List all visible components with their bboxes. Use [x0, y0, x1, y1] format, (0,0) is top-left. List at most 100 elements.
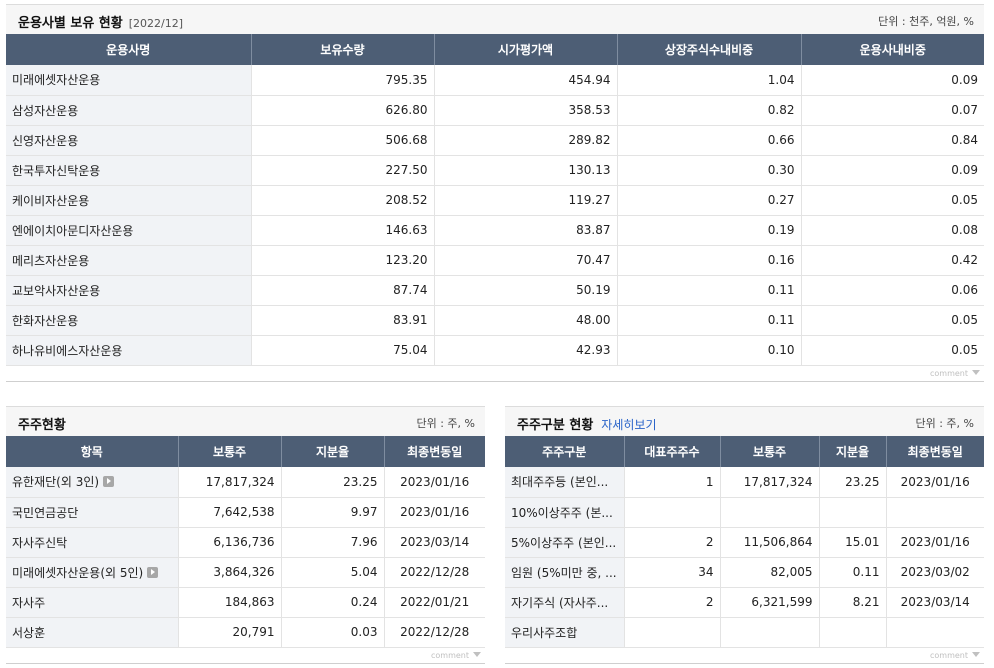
table-cell: 2023/01/16 — [886, 527, 984, 558]
expand-arrow-icon[interactable] — [103, 476, 115, 488]
table-row: 자사주신탁 6,136,736 7.96 2023/03/14 — [6, 527, 485, 558]
table-cell: 0.03 — [281, 617, 385, 648]
row-label: 케이비자산운용 — [12, 193, 90, 208]
fund-holdings-header-row: 운용사명 보유수량 시가평가액 상장주식수내비중 운용사내비중 — [6, 34, 984, 65]
row-label-cell: 교보악사자산운용 — [6, 275, 252, 306]
table-cell: 208.52 — [251, 185, 435, 216]
table-row: 삼성자산운용 626.80 358.53 0.82 0.07 — [6, 95, 984, 126]
table-cell: 9.97 — [281, 497, 385, 528]
shareholders-unit: 단위 : 주, % — [416, 417, 475, 430]
table-cell: 0.24 — [281, 587, 385, 618]
table-cell: 2023/01/16 — [886, 467, 984, 498]
table-cell: 0.05 — [801, 185, 984, 216]
table-cell: 454.94 — [434, 65, 618, 96]
col-header: 최종변동일 — [886, 436, 984, 467]
col-header: 지분율 — [281, 436, 385, 467]
table-cell: 2023/03/14 — [384, 527, 485, 558]
fund-holdings-table: 운용사명 보유수량 시가평가액 상장주식수내비중 운용사내비중 미래에셋자산운용… — [6, 34, 984, 366]
row-label: 삼성자산운용 — [12, 103, 79, 118]
col-header: 최종변동일 — [384, 436, 485, 467]
table-cell: 83.87 — [434, 215, 618, 246]
shareholders-panel: 주주현황 단위 : 주, % 항목 보통주 지분율 최종변동일 유한재단(외 3… — [6, 406, 485, 664]
row-label: 자기주식 (자사주... — [511, 595, 609, 610]
table-cell: 289.82 — [434, 125, 618, 156]
row-label: 미래에셋자산운용 — [12, 73, 101, 88]
fund-holdings-title: 운용사별 보유 현황 [2022/12] — [18, 12, 183, 31]
table-cell: 48.00 — [434, 305, 618, 336]
fund-holdings-title-text: 운용사별 보유 현황 — [18, 16, 123, 31]
shareholders-comment-toggle[interactable]: comment — [6, 648, 485, 664]
col-header: 보통주 — [720, 436, 820, 467]
table-cell: 82,005 — [720, 557, 820, 588]
row-label-cell: 메리츠자산운용 — [6, 245, 252, 276]
table-cell: 0.19 — [617, 215, 802, 246]
comment-label: comment — [430, 650, 469, 660]
row-label-cell: 하나유비에스자산운용 — [6, 335, 252, 366]
table-row: 우리사주조합 — [505, 617, 984, 648]
table-cell: 130.13 — [434, 155, 618, 186]
row-label-cell: 유한재단(외 3인) — [6, 467, 179, 498]
table-row: 유한재단(외 3인) 17,817,324 23.25 2023/01/16 — [6, 467, 485, 498]
table-row: 자기주식 (자사주... 2 6,321,599 8.21 2023/03/14 — [505, 587, 984, 618]
col-header: 시가평가액 — [434, 34, 618, 65]
expand-arrow-icon[interactable] — [147, 566, 159, 578]
fund-holdings-comment-toggle[interactable]: comment — [6, 366, 984, 382]
row-label-cell: 최대주주등 (본인... — [505, 467, 625, 498]
table-cell: 1.04 — [617, 65, 802, 96]
table-cell — [624, 497, 721, 528]
table-cell: 1 — [624, 467, 721, 498]
table-cell: 0.84 — [801, 125, 984, 156]
col-header: 보유수량 — [251, 34, 435, 65]
table-cell: 626.80 — [251, 95, 435, 126]
view-details-link[interactable]: 자세히보기 — [601, 418, 656, 432]
table-cell: 23.25 — [281, 467, 385, 498]
table-row: 미래에셋자산운용 795.35 454.94 1.04 0.09 — [6, 65, 984, 96]
table-row: 국민연금공단 7,642,538 9.97 2023/01/16 — [6, 497, 485, 528]
table-cell: 7.96 — [281, 527, 385, 558]
chevron-down-icon — [972, 369, 980, 375]
row-label: 메리츠자산운용 — [12, 253, 90, 268]
table-cell: 2023/01/16 — [384, 497, 485, 528]
classification-title-text: 주주구분 현황 — [517, 418, 594, 433]
table-cell: 0.11 — [819, 557, 887, 588]
table-row: 미래에셋자산운용(외 5인) 3,864,326 5.04 2022/12/28 — [6, 557, 485, 588]
table-row: 10%이상주주 (본... — [505, 497, 984, 528]
table-cell: 0.05 — [801, 335, 984, 366]
row-label-cell: 삼성자산운용 — [6, 95, 252, 126]
table-cell: 2 — [624, 587, 721, 618]
fund-holdings-date: [2022/12] — [128, 17, 184, 30]
row-label: 유한재단(외 3인) — [12, 475, 100, 490]
row-label-cell: 임원 (5%미만 중, ... — [505, 557, 625, 588]
classification-comment-toggle[interactable]: comment — [505, 648, 984, 664]
col-header: 주주구분 — [505, 436, 625, 467]
table-cell: 2022/01/21 — [384, 587, 485, 618]
col-header: 운용사명 — [6, 34, 252, 65]
table-cell: 0.42 — [801, 245, 984, 276]
row-label-cell: 자기주식 (자사주... — [505, 587, 625, 618]
table-row: 케이비자산운용 208.52 119.27 0.27 0.05 — [6, 185, 984, 216]
row-label: 교보악사자산운용 — [12, 283, 101, 298]
shareholders-title: 주주현황 — [18, 418, 66, 433]
table-cell: 2023/01/16 — [384, 467, 485, 498]
row-label: 한화자산운용 — [12, 313, 79, 328]
row-label-cell: 한국투자신탁운용 — [6, 155, 252, 186]
comment-label: comment — [929, 650, 968, 660]
table-cell: 70.47 — [434, 245, 618, 276]
col-header: 항목 — [6, 436, 179, 467]
table-row: 최대주주등 (본인... 1 17,817,324 23.25 2023/01/16 — [505, 467, 984, 498]
table-cell: 83.91 — [251, 305, 435, 336]
classification-header-row: 주주구분 대표주주수 보통주 지분율 최종변동일 — [505, 436, 984, 467]
row-label-cell: 신영자산운용 — [6, 125, 252, 156]
row-label: 5%이상주주 (본인... — [511, 535, 617, 550]
table-cell: 0.10 — [617, 335, 802, 366]
table-cell: 0.06 — [801, 275, 984, 306]
row-label: 서상훈 — [12, 625, 46, 640]
table-cell: 50.19 — [434, 275, 618, 306]
table-cell: 795.35 — [251, 65, 435, 96]
table-cell: 0.30 — [617, 155, 802, 186]
table-cell: 0.07 — [801, 95, 984, 126]
table-cell: 0.66 — [617, 125, 802, 156]
table-cell: 34 — [624, 557, 721, 588]
comment-label: comment — [929, 368, 968, 378]
table-cell: 0.27 — [617, 185, 802, 216]
